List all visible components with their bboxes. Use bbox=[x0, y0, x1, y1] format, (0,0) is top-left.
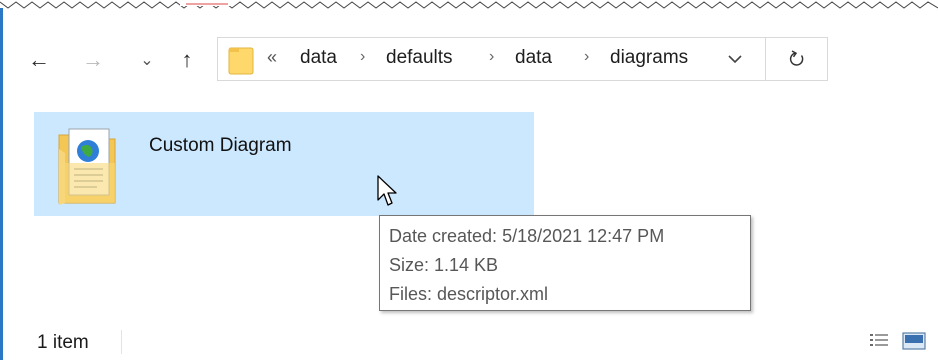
status-item-count: 1 item bbox=[37, 332, 89, 353]
file-list-item[interactable]: Custom Diagram bbox=[34, 112, 534, 216]
refresh-button[interactable] bbox=[766, 37, 828, 81]
breadcrumb-separator-icon[interactable]: › bbox=[489, 48, 494, 66]
breadcrumb-diagrams[interactable]: diagrams bbox=[610, 47, 688, 69]
breadcrumb-separator-icon[interactable]: › bbox=[584, 48, 589, 66]
forward-button[interactable]: → bbox=[76, 44, 110, 76]
breadcrumb-defaults[interactable]: defaults bbox=[386, 47, 453, 69]
mouse-cursor-icon bbox=[377, 175, 397, 206]
back-arrow-icon: ← bbox=[28, 47, 50, 72]
tooltip-date-created: Date created: 5/18/2021 12:47 PM bbox=[389, 226, 665, 246]
window-border-accent bbox=[0, 8, 3, 360]
folder-icon bbox=[228, 47, 254, 75]
status-divider bbox=[121, 330, 122, 354]
address-bar[interactable]: « data › defaults › data › diagrams bbox=[217, 37, 766, 81]
breadcrumb-separator-icon[interactable]: › bbox=[360, 48, 365, 66]
breadcrumb-data-2[interactable]: data bbox=[515, 47, 552, 69]
item-name-label: Custom Diagram bbox=[149, 135, 292, 156]
overflow-chevron-icon[interactable]: « bbox=[267, 47, 277, 68]
up-button[interactable]: ↑ bbox=[172, 44, 202, 76]
back-button[interactable]: ← bbox=[22, 44, 56, 76]
breadcrumb-data-1[interactable]: data bbox=[300, 47, 337, 69]
tooltip-size: Size: 1.14 KB bbox=[389, 255, 499, 275]
up-arrow-icon: ↑ bbox=[181, 47, 193, 72]
tooltip-files: Files: descriptor.xml bbox=[389, 284, 549, 304]
forward-arrow-icon: → bbox=[82, 47, 104, 72]
details-view-icon[interactable] bbox=[868, 330, 890, 352]
item-info-tooltip: Date created: 5/18/2021 12:47 PM Size: 1… bbox=[379, 215, 751, 311]
refresh-icon bbox=[789, 50, 803, 66]
large-icons-view-icon[interactable] bbox=[902, 330, 926, 352]
folder-document-icon bbox=[58, 128, 116, 205]
torn-edge bbox=[0, 0, 938, 9]
chevron-down-icon[interactable] bbox=[726, 50, 744, 68]
recent-locations-button[interactable]: ⌄ bbox=[136, 44, 158, 76]
recent-locations-icon: ⌄ bbox=[140, 52, 154, 69]
